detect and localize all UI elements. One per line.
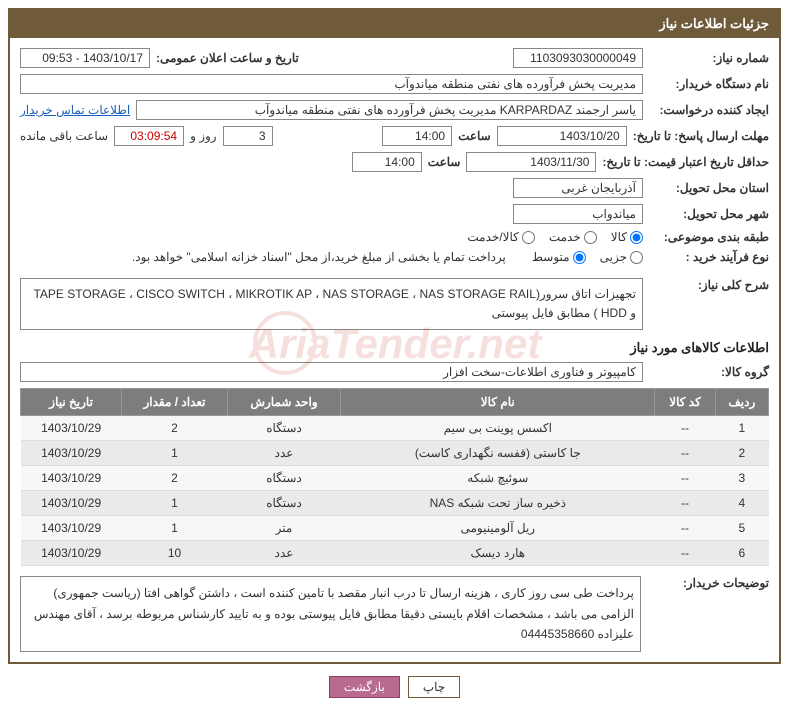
table-cell: 1 [122, 441, 228, 466]
details-panel: جزئیات اطلاعات نیاز شماره نیاز: 11030930… [8, 8, 781, 664]
purchase-radio-group: جزیی متوسط [532, 250, 643, 264]
table-row: 1--اکسس پوینت بی سیمدستگاه21403/10/29 [21, 416, 769, 441]
table-cell: 6 [715, 541, 768, 566]
panel-title: جزئیات اطلاعات نیاز [10, 10, 779, 38]
table-cell: 2 [122, 416, 228, 441]
table-cell: 1403/10/29 [21, 541, 122, 566]
buyer-note-value: پرداخت طی سی روز کاری ، هزینه ارسال تا د… [20, 576, 641, 651]
table-cell: 5 [715, 516, 768, 541]
table-row: 3--سوئیچ شبکهدستگاه21403/10/29 [21, 466, 769, 491]
deadline-time: 14:00 [382, 126, 452, 146]
table-cell: 1403/10/29 [21, 466, 122, 491]
table-cell: متر [227, 516, 340, 541]
table-cell: 3 [715, 466, 768, 491]
th-qty: تعداد / مقدار [122, 389, 228, 416]
table-cell: 1 [715, 416, 768, 441]
days-remaining: 3 [223, 126, 273, 146]
table-cell: 2 [122, 466, 228, 491]
table-cell: 1403/10/29 [21, 491, 122, 516]
validity-time: 14:00 [352, 152, 422, 172]
province-label: استان محل تحویل: [649, 181, 769, 195]
goods-info-title: اطلاعات کالاهای مورد نیاز [20, 340, 769, 356]
time-label-1: ساعت [458, 129, 491, 143]
table-cell: 1403/10/29 [21, 441, 122, 466]
creator-label: ایجاد کننده درخواست: [649, 103, 769, 117]
buyer-org-label: نام دستگاه خریدار: [649, 77, 769, 91]
table-cell: 2 [715, 441, 768, 466]
table-row: 2--جا کاستی (قفسه نگهداری کاست)عدد11403/… [21, 441, 769, 466]
table-cell: سوئیچ شبکه [341, 466, 655, 491]
overall-desc-label: شرح کلی نیاز: [649, 278, 769, 292]
radio-medium[interactable]: متوسط [532, 250, 586, 264]
footer-buttons: چاپ بازگشت [8, 676, 781, 704]
table-cell: 10 [122, 541, 228, 566]
subject-class-label: طبقه بندی موضوعی: [649, 230, 769, 244]
table-row: 4--ذخیره ساز تحت شبکه NASدستگاه11403/10/… [21, 491, 769, 516]
table-cell: اکسس پوینت بی سیم [341, 416, 655, 441]
table-cell: عدد [227, 541, 340, 566]
table-row: 5--ریل آلومینیومیمتر11403/10/29 [21, 516, 769, 541]
table-cell: -- [655, 491, 715, 516]
buyer-contact-link[interactable]: اطلاعات تماس خریدار [20, 103, 130, 117]
creator-value: یاسر ارجمند KARPARDAZ مدیریت پخش فرآورده… [136, 100, 643, 120]
table-row: 6--هارد دیسکعدد101403/10/29 [21, 541, 769, 566]
city-label: شهر محل تحویل: [649, 207, 769, 221]
province-value: آذربایجان غربی [513, 178, 643, 198]
table-cell: هارد دیسک [341, 541, 655, 566]
announce-label: تاریخ و ساعت اعلان عمومی: [156, 51, 299, 65]
validity-label: حداقل تاریخ اعتبار قیمت: تا تاریخ: [602, 155, 769, 169]
table-cell: 1403/10/29 [21, 416, 122, 441]
th-date: تاریخ نیاز [21, 389, 122, 416]
th-row: ردیف [715, 389, 768, 416]
purchase-type-label: نوع فرآیند خرید : [649, 250, 769, 264]
radio-goods-service[interactable]: کالا/خدمت [467, 230, 534, 244]
buyer-note-label: توضیحات خریدار: [649, 576, 769, 590]
radio-goods[interactable]: کالا [611, 230, 643, 244]
goods-table: ردیف کد کالا نام کالا واحد شمارش تعداد /… [20, 388, 769, 566]
table-cell: -- [655, 416, 715, 441]
announce-value: 1403/10/17 - 09:53 [20, 48, 150, 68]
deadline-label: مهلت ارسال پاسخ: تا تاریخ: [633, 129, 769, 143]
table-cell: -- [655, 441, 715, 466]
deadline-date: 1403/10/20 [497, 126, 627, 146]
table-cell: 1 [122, 516, 228, 541]
radio-service[interactable]: خدمت [549, 230, 597, 244]
back-button[interactable]: بازگشت [329, 676, 400, 698]
radio-partial[interactable]: جزیی [600, 250, 643, 264]
time-remaining: 03:09:54 [114, 126, 184, 146]
goods-group-label: گروه کالا: [649, 365, 769, 379]
need-number-label: شماره نیاز: [649, 51, 769, 65]
overall-desc-value: تجهیزات اتاق سرور(TAPE STORAGE ، CISCO S… [20, 278, 643, 330]
table-cell: ذخیره ساز تحت شبکه NAS [341, 491, 655, 516]
table-cell: ریل آلومینیومی [341, 516, 655, 541]
goods-group-value: کامپیوتر و فناوری اطلاعات-سخت افزار [20, 362, 643, 382]
table-cell: 1403/10/29 [21, 516, 122, 541]
table-cell: دستگاه [227, 416, 340, 441]
table-cell: عدد [227, 441, 340, 466]
validity-date: 1403/11/30 [466, 152, 596, 172]
th-code: کد کالا [655, 389, 715, 416]
days-word: روز و [190, 129, 217, 143]
need-number-value: 1103093030000049 [513, 48, 643, 68]
remaining-label: ساعت باقی مانده [20, 129, 108, 143]
table-cell: 1 [122, 491, 228, 516]
purchase-note: پرداخت تمام یا بخشی از مبلغ خرید،از محل … [132, 250, 506, 264]
th-unit: واحد شمارش [227, 389, 340, 416]
table-cell: -- [655, 516, 715, 541]
print-button[interactable]: چاپ [408, 676, 460, 698]
subject-radio-group: کالا خدمت کالا/خدمت [467, 230, 643, 244]
time-label-2: ساعت [428, 155, 461, 169]
table-cell: دستگاه [227, 466, 340, 491]
th-name: نام کالا [341, 389, 655, 416]
city-value: میاندواب [513, 204, 643, 224]
table-cell: 4 [715, 491, 768, 516]
buyer-org-value: مدیریت پخش فرآورده های نفتی منطقه میاندو… [20, 74, 643, 94]
table-cell: -- [655, 466, 715, 491]
table-cell: جا کاستی (قفسه نگهداری کاست) [341, 441, 655, 466]
table-cell: -- [655, 541, 715, 566]
table-cell: دستگاه [227, 491, 340, 516]
